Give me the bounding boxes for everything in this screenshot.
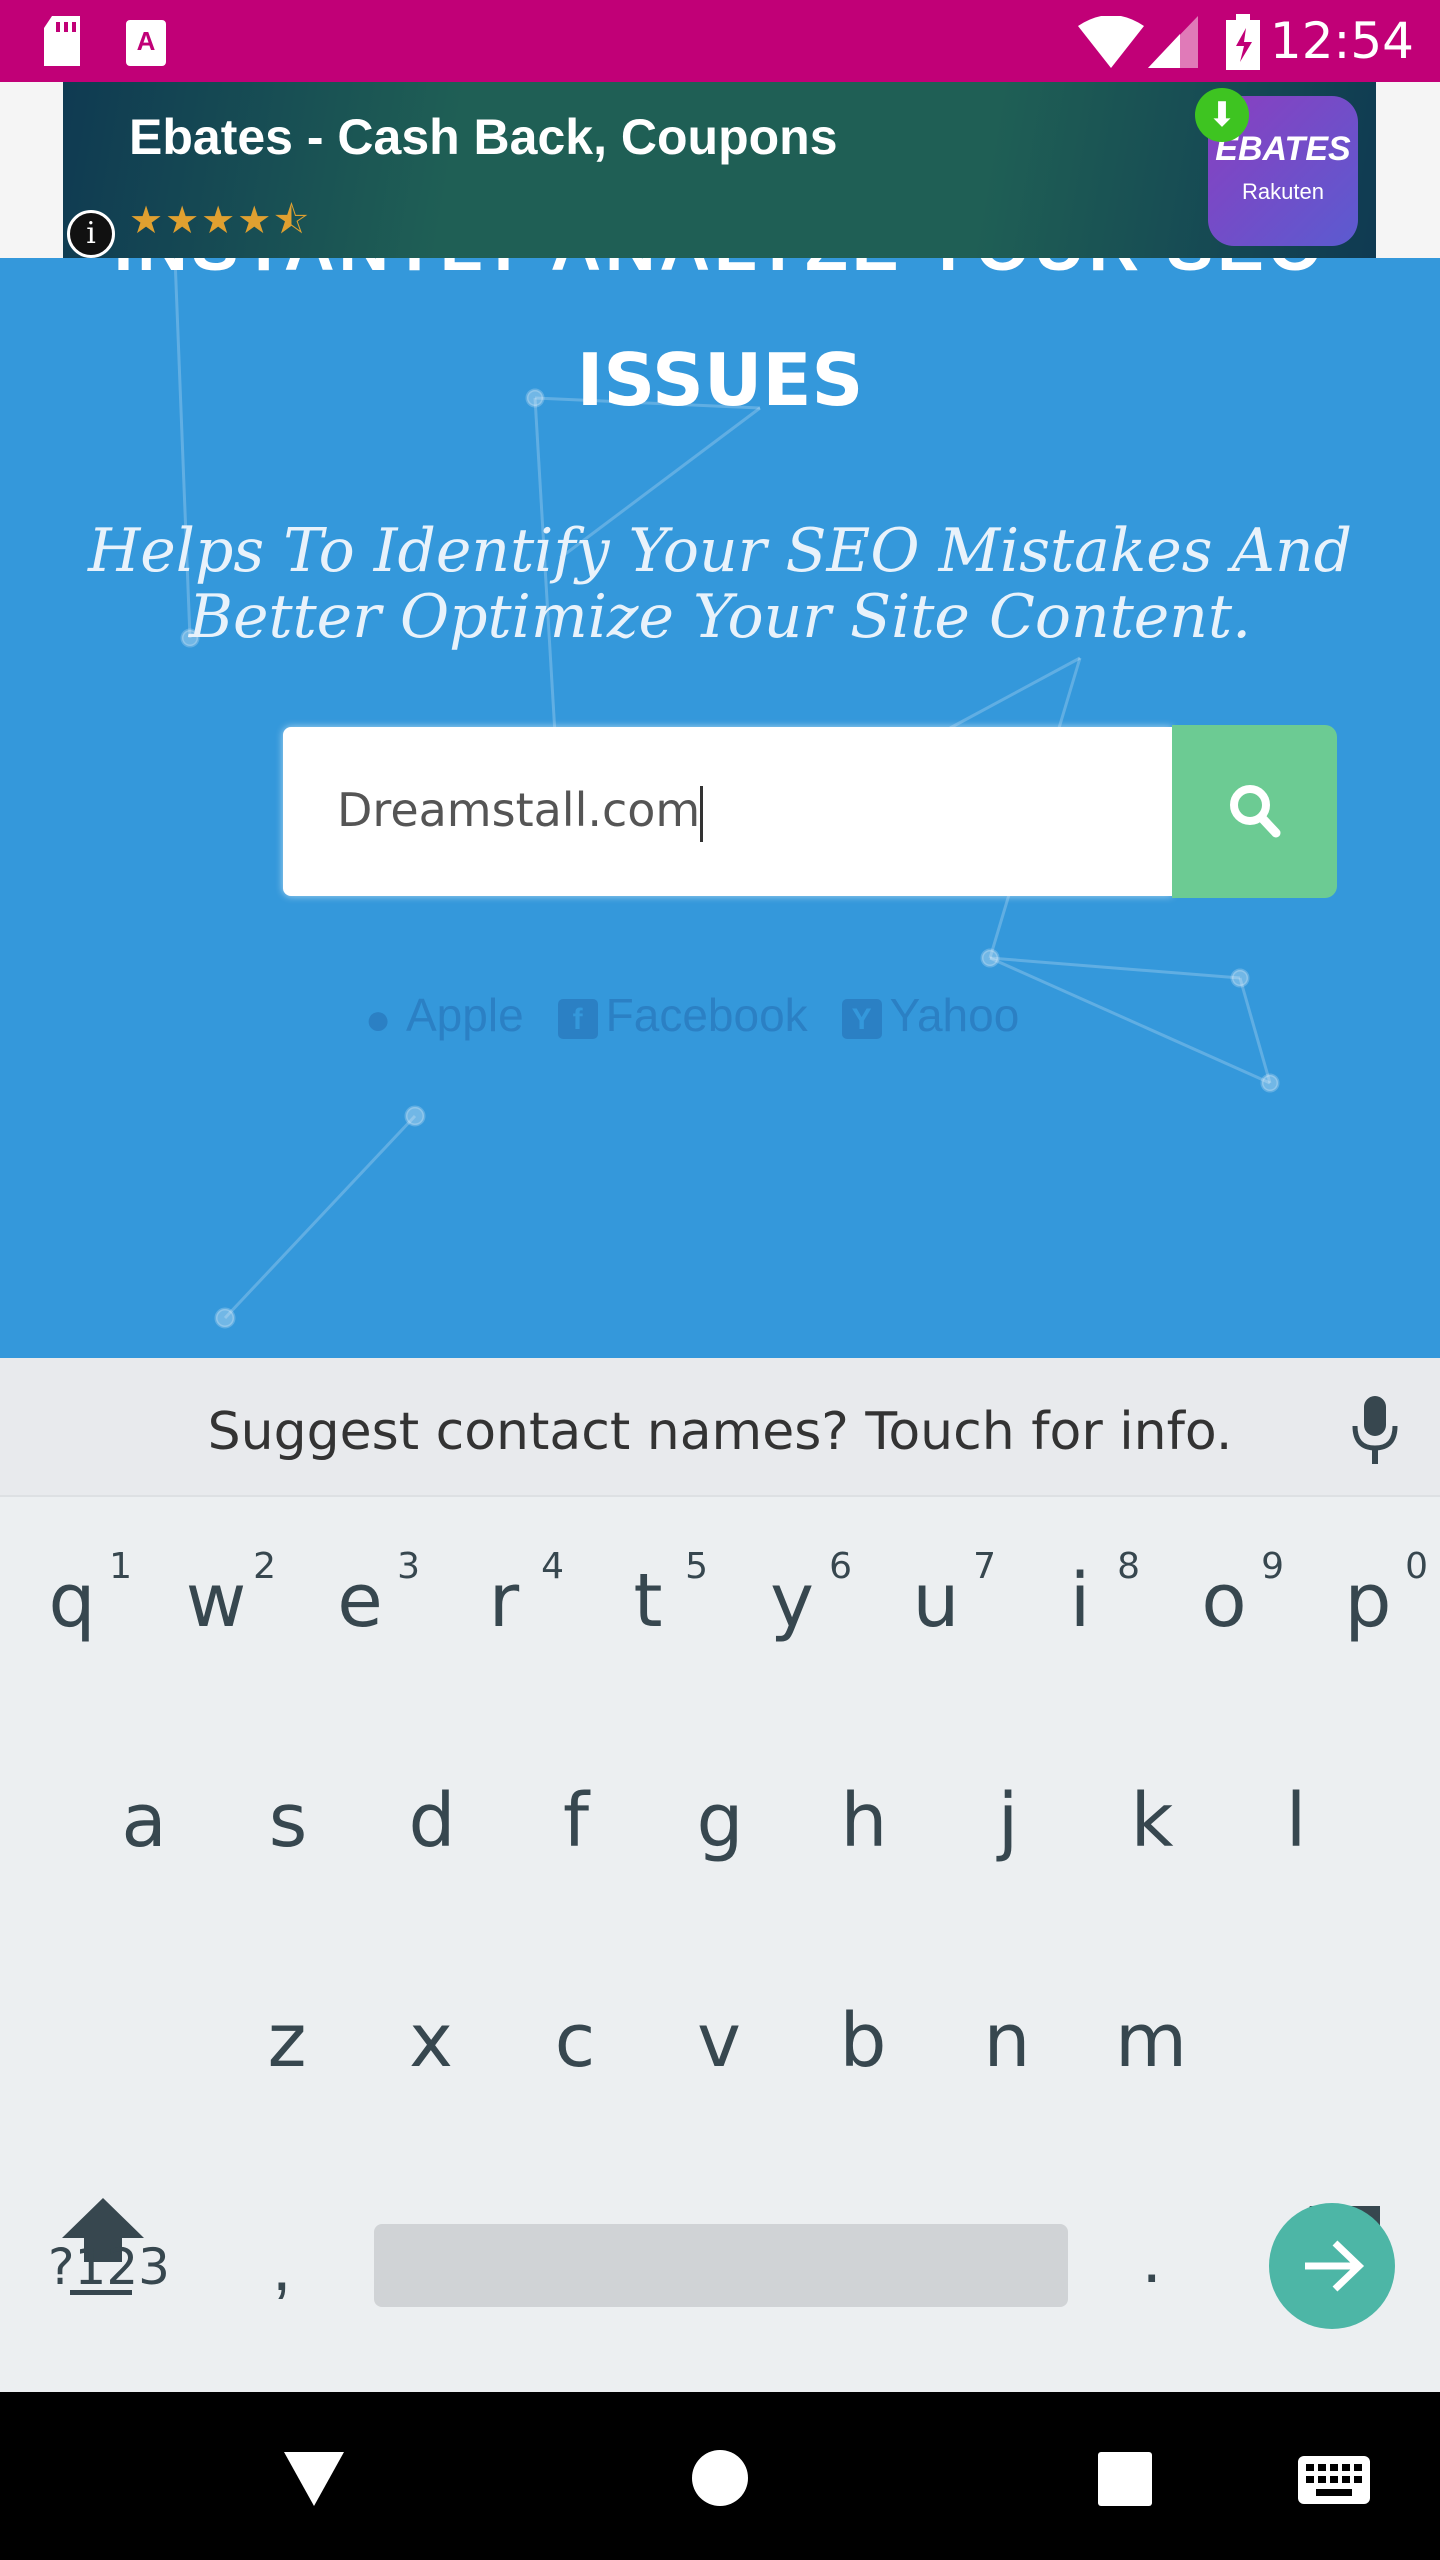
keyboard: Suggest contact names? Touch for info. q…	[0, 1358, 1440, 2392]
key-hint: 2	[253, 1546, 276, 1587]
hero-section: INSTANTLY ANALYZE YOUR SEO ISSUES Helps …	[0, 258, 1440, 1358]
key-f[interactable]: f	[504, 1778, 648, 1978]
microphone-icon[interactable]	[1350, 1396, 1400, 1466]
key-h[interactable]: h	[792, 1778, 936, 1978]
key-g[interactable]: g	[648, 1778, 792, 1978]
example-link-yahoo[interactable]: Y Yahoo	[841, 988, 1019, 1042]
suggestion-bar[interactable]: Suggest contact names? Touch for info.	[0, 1358, 1440, 1497]
page-title: ISSUES	[576, 338, 864, 422]
text-caret	[700, 785, 704, 842]
keyboard-switch-icon[interactable]	[1298, 2456, 1370, 2504]
navigation-bar	[0, 2392, 1440, 2560]
key-a[interactable]: a	[72, 1778, 216, 1978]
signal-icon	[1148, 16, 1198, 68]
suggestion-text[interactable]: Suggest contact names? Touch for info.	[0, 1402, 1440, 1462]
key-hint: 7	[973, 1546, 996, 1587]
key-r[interactable]: r4	[432, 1546, 576, 1758]
back-icon[interactable]	[284, 2452, 344, 2506]
key-w[interactable]: w2	[144, 1546, 288, 1758]
ad-banner[interactable]: Ebates - Cash Back, Coupons ★★★★⯪ i EBAT…	[63, 82, 1376, 258]
key-d[interactable]: d	[360, 1778, 504, 1978]
key-t[interactable]: t5	[576, 1546, 720, 1758]
ad-title[interactable]: Ebates - Cash Back, Coupons	[129, 108, 838, 166]
key-hint: 8	[1117, 1546, 1140, 1587]
example-links: ● Apple f Facebook Y Yahoo	[358, 988, 1020, 1042]
key-i[interactable]: i8	[1008, 1546, 1152, 1758]
download-icon[interactable]: ⬇	[1195, 88, 1249, 142]
key-hint: 4	[541, 1546, 564, 1587]
a-notification-icon: A	[126, 20, 166, 66]
space-key[interactable]	[374, 2224, 1068, 2307]
symbols-key[interactable]: ?123	[48, 2238, 170, 2296]
page-subtitle: Helps To Identify Your SEO Mistakes And B…	[87, 516, 1353, 652]
key-c[interactable]: c	[503, 1998, 647, 2198]
key-hint: 1	[109, 1546, 132, 1587]
key-hint: 0	[1405, 1546, 1428, 1587]
key-e[interactable]: e3	[288, 1546, 432, 1758]
key-p[interactable]: p0	[1296, 1546, 1440, 1758]
key-l[interactable]: l	[1224, 1778, 1368, 1978]
key-m[interactable]: m	[1079, 1998, 1223, 2198]
battery-charging-icon	[1226, 14, 1260, 70]
status-bar: A 12:54	[0, 0, 1440, 82]
key-o[interactable]: o9	[1152, 1546, 1296, 1758]
yahoo-icon: Y	[841, 998, 882, 1039]
wifi-icon	[1078, 16, 1144, 68]
sd-card-icon	[44, 16, 80, 66]
recents-icon[interactable]	[1098, 2452, 1152, 2506]
key-hint: 9	[1261, 1546, 1284, 1587]
ad-info-icon[interactable]: i	[67, 210, 115, 258]
key-hint: 6	[829, 1546, 852, 1587]
example-link-apple[interactable]: ● Apple	[358, 988, 524, 1042]
key-s[interactable]: s	[216, 1778, 360, 1978]
key-n[interactable]: n	[935, 1998, 1079, 2198]
key-y[interactable]: y6	[720, 1546, 864, 1758]
period-key[interactable]: .	[1142, 2218, 1161, 2298]
svg-text:A: A	[137, 26, 156, 56]
apple-icon: ●	[364, 994, 392, 1044]
key-j[interactable]: j	[936, 1778, 1080, 1978]
arrow-right-icon	[1305, 2240, 1365, 2292]
key-x[interactable]: x	[359, 1998, 503, 2198]
search-button[interactable]	[1172, 725, 1337, 898]
clock: 12:54	[1269, 12, 1414, 70]
key-hint: 3	[397, 1546, 420, 1587]
example-link-facebook[interactable]: f Facebook	[557, 988, 808, 1042]
comma-key[interactable]: ,	[272, 2226, 291, 2306]
key-b[interactable]: b	[791, 1998, 935, 2198]
search-icon	[1230, 785, 1281, 838]
key-q[interactable]: q1	[0, 1546, 144, 1758]
page-title-line1: INSTANTLY ANALYZE YOUR SEO	[0, 258, 1440, 286]
home-icon[interactable]	[690, 2448, 750, 2508]
domain-search-input[interactable]: Dreamstall.com	[283, 727, 1172, 896]
enter-key[interactable]	[1269, 2203, 1395, 2329]
key-hint: 5	[685, 1546, 708, 1587]
key-k[interactable]: k	[1080, 1778, 1224, 1978]
key-u[interactable]: u7	[864, 1546, 1008, 1758]
ad-rating-stars: ★★★★⯪	[129, 200, 312, 242]
facebook-icon: f	[557, 998, 598, 1039]
key-v[interactable]: v	[647, 1998, 791, 2198]
key-z[interactable]: z	[215, 1998, 359, 2198]
